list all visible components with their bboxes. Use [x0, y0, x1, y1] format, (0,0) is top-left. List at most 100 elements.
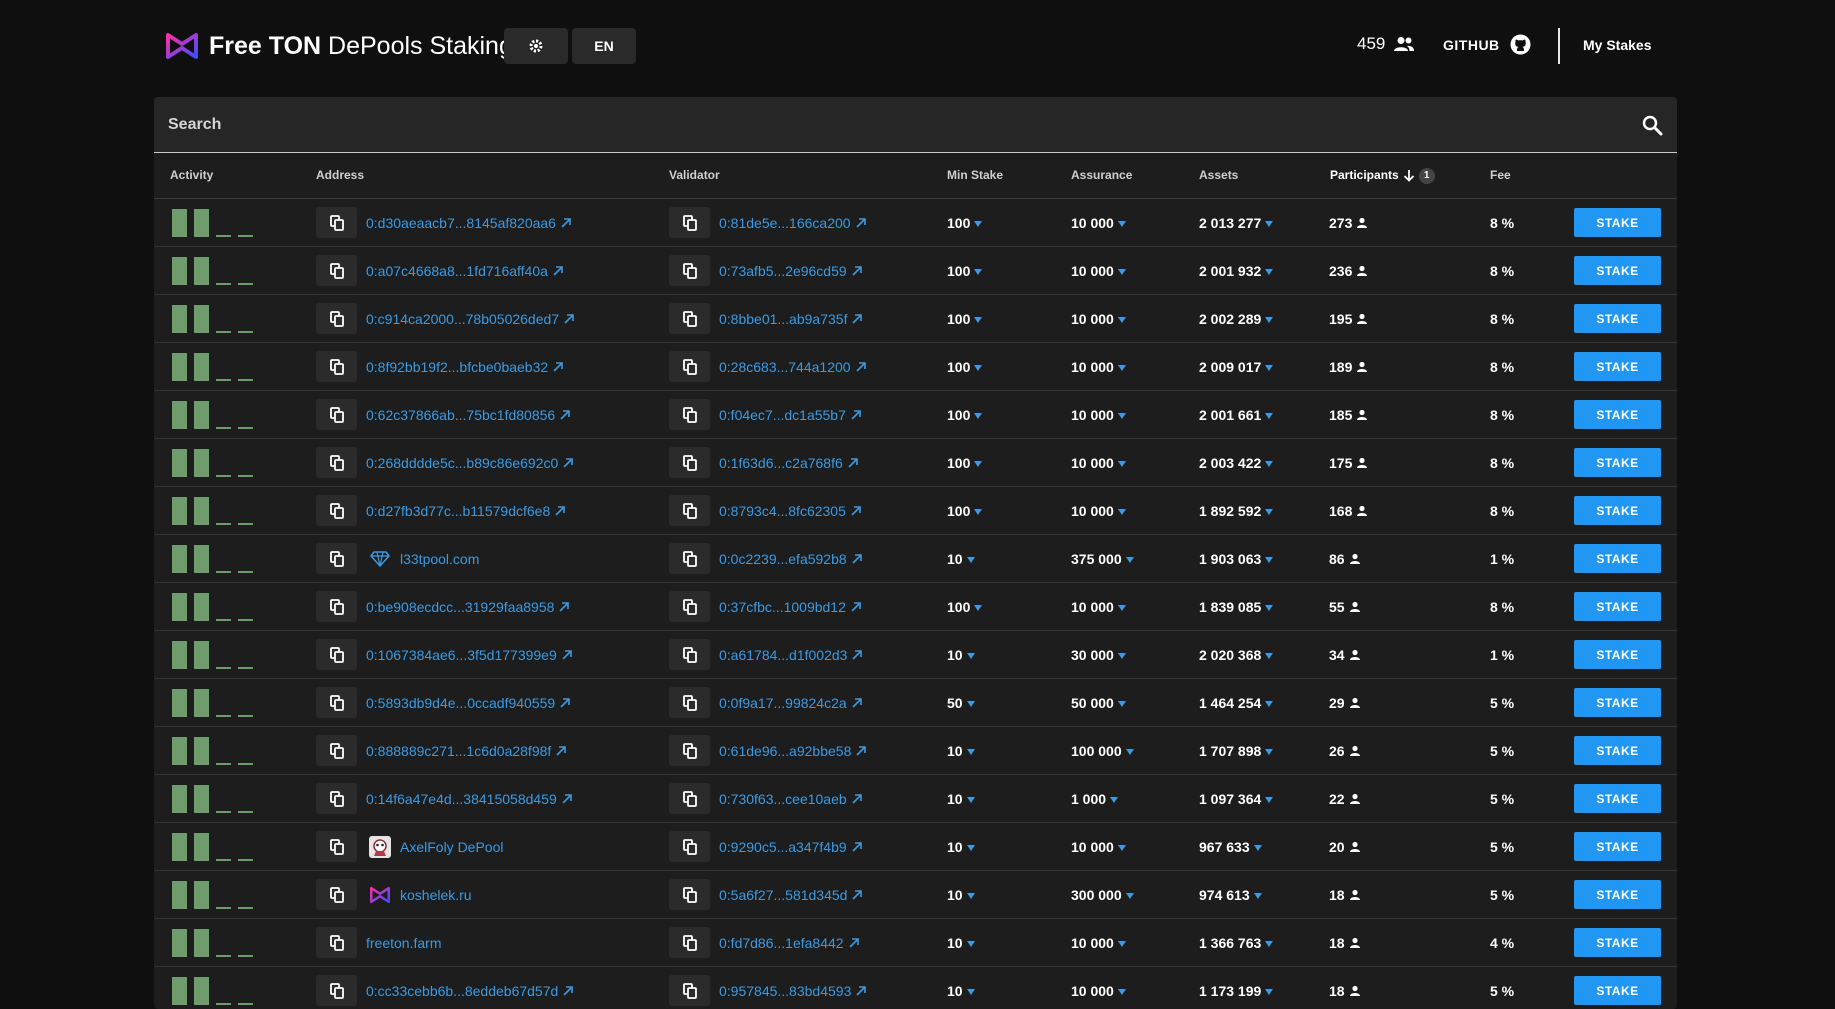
validator-link[interactable]: 0:730f63...cee10aeb	[719, 791, 862, 807]
stake-button[interactable]: STAKE	[1574, 784, 1661, 813]
column-validator[interactable]: Validator	[669, 153, 720, 198]
copy-validator-button[interactable]	[669, 303, 710, 334]
stake-button[interactable]: STAKE	[1574, 928, 1661, 957]
stake-button[interactable]: STAKE	[1574, 208, 1661, 237]
validator-link[interactable]: 0:8793c4...8fc62305	[719, 503, 861, 519]
address-link[interactable]: 0:14f6a47e4d...38415058d459	[366, 791, 572, 807]
copy-address-button[interactable]	[316, 207, 357, 238]
address-link[interactable]: 0:888889c271...1c6d0a28f98f	[366, 743, 567, 759]
copy-validator-button[interactable]	[669, 591, 710, 622]
address-link[interactable]: 0:62c37866ab...75bc1fd80856	[366, 407, 570, 423]
copy-address-button[interactable]	[316, 303, 357, 334]
copy-validator-button[interactable]	[669, 543, 710, 574]
copy-address-button[interactable]	[316, 447, 357, 478]
stake-button[interactable]: STAKE	[1574, 592, 1661, 621]
copy-address-button[interactable]	[316, 927, 357, 958]
address-link[interactable]: 0:a07c4668a8...1fd716aff40a	[366, 263, 563, 279]
search-icon[interactable]	[1641, 114, 1663, 136]
validator-link[interactable]: 0:f04ec7...dc1a55b7	[719, 407, 861, 423]
copy-validator-button[interactable]	[669, 207, 710, 238]
validator-link[interactable]: 0:1f63d6...c2a768f6	[719, 455, 858, 471]
validator-link[interactable]: 0:0c2239...efa592b8	[719, 551, 862, 567]
address-link[interactable]: 0:be908ecdcc...31929faa8958	[366, 599, 570, 615]
validator-link[interactable]: 0:28c683...744a1200	[719, 359, 866, 375]
copy-validator-button[interactable]	[669, 687, 710, 718]
address-link[interactable]: 0:d27fb3d77c...b11579dcf6e8	[366, 503, 566, 519]
my-stakes-link[interactable]: My Stakes	[1583, 37, 1651, 53]
address-link[interactable]: 0:268dddde5c...b89c86e692c0	[366, 455, 574, 471]
copy-validator-button[interactable]	[669, 255, 710, 286]
column-address[interactable]: Address	[316, 153, 364, 198]
stake-button[interactable]: STAKE	[1574, 640, 1661, 669]
github-link[interactable]: GITHUB	[1443, 34, 1531, 55]
copy-validator-button[interactable]	[669, 879, 710, 910]
stake-button[interactable]: STAKE	[1574, 976, 1661, 1005]
copy-validator-button[interactable]	[669, 927, 710, 958]
stake-button[interactable]: STAKE	[1574, 880, 1661, 909]
stake-button[interactable]: STAKE	[1574, 448, 1661, 477]
copy-validator-button[interactable]	[669, 351, 710, 382]
copy-validator-button[interactable]	[669, 735, 710, 766]
stake-button[interactable]: STAKE	[1574, 544, 1661, 573]
copy-address-button[interactable]	[316, 399, 357, 430]
column-assets[interactable]: Assets	[1199, 153, 1238, 198]
copy-address-button[interactable]	[316, 591, 357, 622]
column-min-stake[interactable]: Min Stake	[947, 153, 1003, 198]
copy-address-button[interactable]	[316, 351, 357, 382]
ton-logo-icon[interactable]	[165, 30, 199, 62]
copy-validator-button[interactable]	[669, 399, 710, 430]
copy-validator-button[interactable]	[669, 831, 710, 862]
stake-button[interactable]: STAKE	[1574, 256, 1661, 285]
column-fee[interactable]: Fee	[1490, 153, 1511, 198]
validator-link[interactable]: 0:a61784...d1f002d3	[719, 647, 863, 663]
address-link[interactable]: 0:cc33cebb6b...8eddeb67d57d	[366, 983, 574, 999]
validator-link[interactable]: 0:61de96...a92bbe58	[719, 743, 867, 759]
theme-settings-button[interactable]	[504, 28, 568, 64]
copy-address-button[interactable]	[316, 687, 357, 718]
copy-address-button[interactable]	[316, 639, 357, 670]
address-link[interactable]: 0:d30aeaacb7...8145af820aa6	[366, 215, 571, 231]
brand-title[interactable]: Free TON DePools Staking	[209, 30, 513, 62]
copy-address-button[interactable]	[316, 783, 357, 814]
validator-link[interactable]: 0:37cfbc...1009bd12	[719, 599, 861, 615]
stake-button[interactable]: STAKE	[1574, 400, 1661, 429]
address-link[interactable]: 0:5893db9d4e...0ccadf940559	[366, 695, 570, 711]
language-button[interactable]: EN	[572, 28, 636, 64]
column-activity[interactable]: Activity	[170, 153, 213, 198]
copy-address-button[interactable]	[316, 975, 357, 1006]
stake-button[interactable]: STAKE	[1574, 304, 1661, 333]
pool-name-link[interactable]: AxelFoly DePool	[400, 839, 504, 855]
validator-link[interactable]: 0:81de5e...166ca200	[719, 215, 866, 231]
copy-validator-button[interactable]	[669, 447, 710, 478]
copy-address-button[interactable]	[316, 495, 357, 526]
address-link[interactable]: 0:8f92bb19f2...bfcbe0baeb32	[366, 359, 563, 375]
stake-button[interactable]: STAKE	[1574, 688, 1661, 717]
column-participants[interactable]: Participants 1	[1330, 153, 1435, 198]
copy-address-button[interactable]	[316, 735, 357, 766]
column-assurance[interactable]: Assurance	[1071, 153, 1132, 198]
pool-name-link[interactable]: freeton.farm	[366, 935, 441, 951]
copy-address-button[interactable]	[316, 879, 357, 910]
address-link[interactable]: 0:c914ca2000...78b05026ded7	[366, 311, 574, 327]
search-input[interactable]	[166, 109, 1620, 141]
copy-address-button[interactable]	[316, 255, 357, 286]
stake-button[interactable]: STAKE	[1574, 496, 1661, 525]
validator-link[interactable]: 0:0f9a17...99824c2a	[719, 695, 862, 711]
pool-name-link[interactable]: l33tpool.com	[400, 551, 479, 567]
copy-address-button[interactable]	[316, 831, 357, 862]
copy-validator-button[interactable]	[669, 975, 710, 1006]
validator-link[interactable]: 0:957845...83bd4593	[719, 983, 867, 999]
copy-address-button[interactable]	[316, 543, 357, 574]
address-link[interactable]: 0:1067384ae6...3f5d177399e9	[366, 647, 572, 663]
pool-name-link[interactable]: koshelek.ru	[400, 887, 472, 903]
validator-link[interactable]: 0:9290c5...a347f4b9	[719, 839, 862, 855]
copy-validator-button[interactable]	[669, 783, 710, 814]
validator-link[interactable]: 0:73afb5...2e96cd59	[719, 263, 862, 279]
stake-button[interactable]: STAKE	[1574, 736, 1661, 765]
stake-button[interactable]: STAKE	[1574, 832, 1661, 861]
validator-link[interactable]: 0:8bbe01...ab9a735f	[719, 311, 863, 327]
stake-button[interactable]: STAKE	[1574, 352, 1661, 381]
validator-link[interactable]: 0:fd7d86...1efa8442	[719, 935, 859, 951]
validator-link[interactable]: 0:5a6f27...581d345d	[719, 887, 863, 903]
copy-validator-button[interactable]	[669, 495, 710, 526]
